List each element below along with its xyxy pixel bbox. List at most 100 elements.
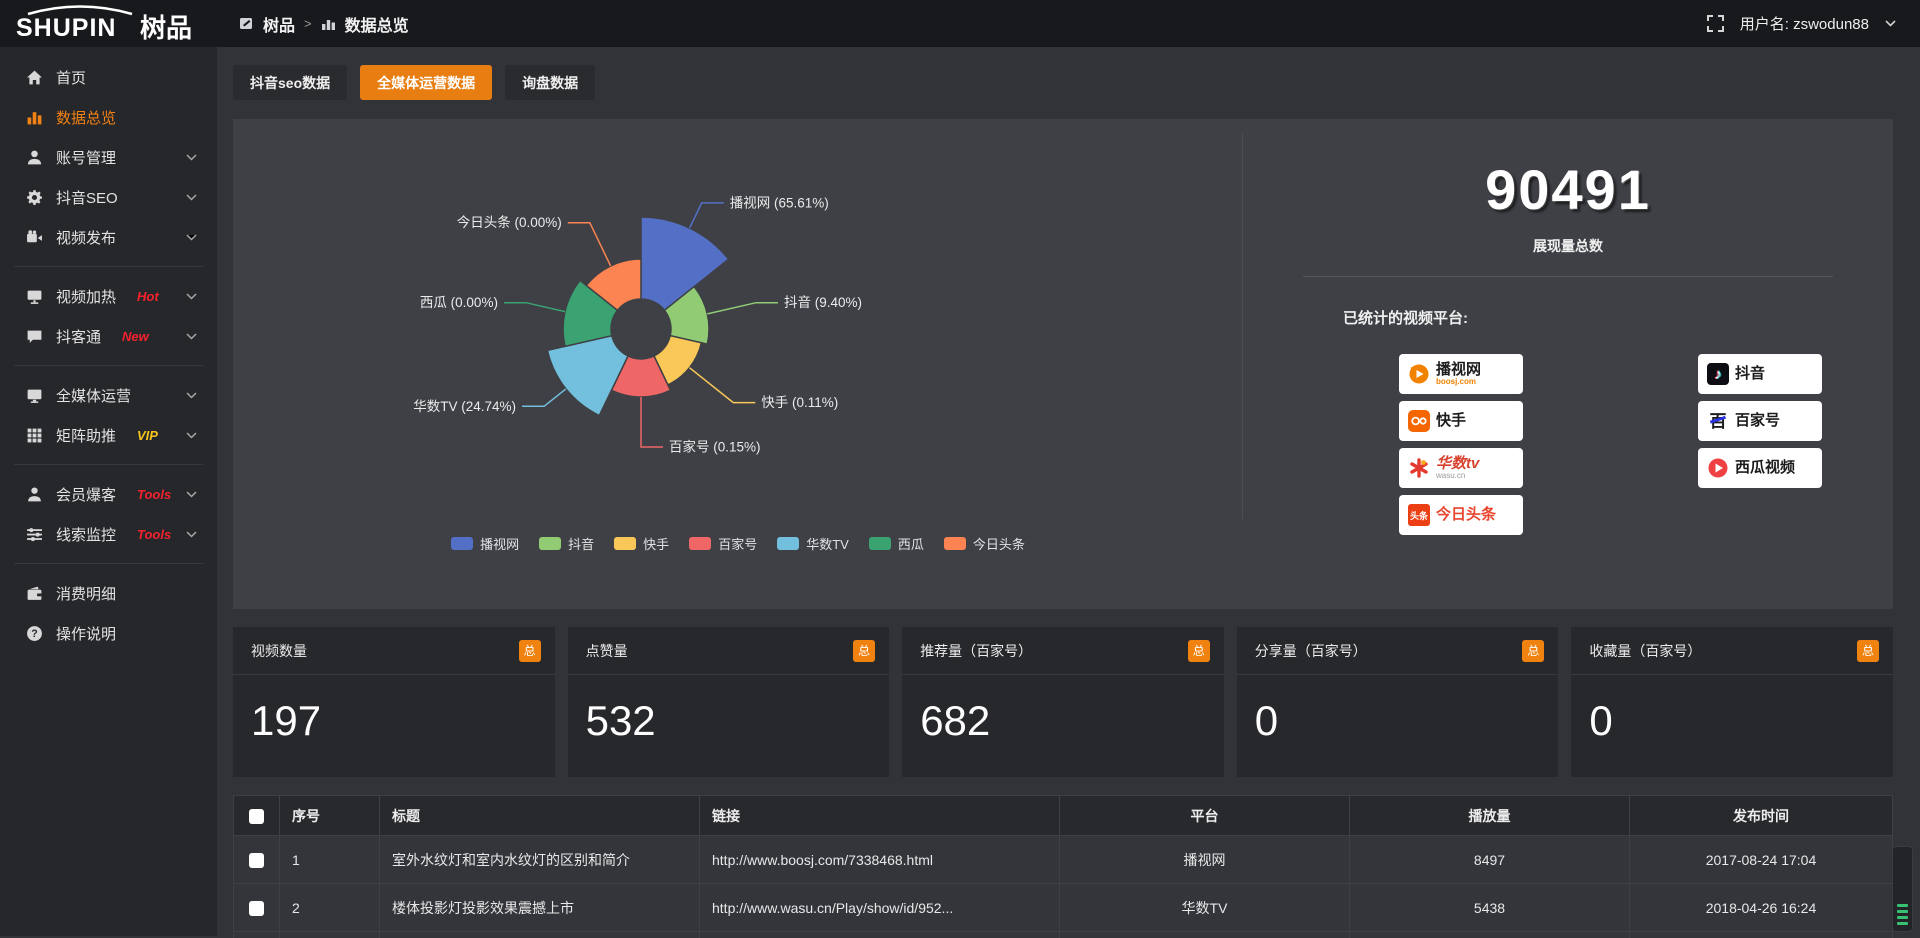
total-badge[interactable]: 总 — [1522, 640, 1544, 662]
table-row: 1 室外水纹灯和室内水纹灯的区别和简介 http://www.boosj.com… — [234, 836, 1893, 884]
stat-value: 0 — [1571, 675, 1893, 745]
sidebar-item-label: 线索监控 — [56, 524, 116, 545]
legend-item-百家号[interactable]: 百家号 — [689, 534, 757, 553]
boosj-icon — [1408, 363, 1430, 385]
legend-item-快手[interactable]: 快手 — [614, 534, 669, 553]
sidebar-divider — [14, 365, 203, 366]
cell-index: 1 — [280, 836, 380, 884]
chevron-down-icon — [186, 432, 197, 439]
hot-badge: Hot — [137, 289, 159, 304]
total-badge[interactable]: 总 — [1857, 640, 1879, 662]
new-badge: New — [122, 329, 149, 344]
stat-card-likes: 点赞量总 532 — [568, 627, 890, 777]
wallet-icon — [26, 585, 43, 602]
sidebar-item-data-overview[interactable]: 数据总览 — [0, 97, 217, 137]
pie-label-line — [690, 203, 724, 228]
row-checkbox[interactable] — [249, 853, 264, 868]
sidebar-item-home[interactable]: 首页 — [0, 57, 217, 97]
sidebar-divider — [14, 266, 203, 267]
sidebar-item-douyin-seo[interactable]: 抖音SEO — [0, 177, 217, 217]
cell-index: 2 — [280, 884, 380, 932]
stat-cards: 视频数量总 197 点赞量总 532 推荐量（百家号）总 682 分享量（百家号… — [233, 627, 1893, 777]
total-impressions-value: 90491 — [1243, 157, 1893, 222]
pie-label: 播视网 (65.61%) — [730, 195, 829, 210]
sidebar-item-label: 数据总览 — [56, 107, 116, 128]
floating-widget[interactable] — [1892, 846, 1913, 932]
monitor-icon — [26, 387, 43, 404]
pie-label-line — [504, 303, 565, 312]
sidebar-item-omnimedia[interactable]: 全媒体运营 — [0, 375, 217, 415]
legend-item-播视网[interactable]: 播视网 — [451, 534, 519, 553]
sidebar-item-label: 消费明细 — [56, 583, 116, 604]
legend-swatch — [777, 537, 799, 550]
platform-logos: 播视网 boosj.com 快手 华 — [1399, 354, 1893, 535]
sidebar-item-help[interactable]: ? 操作说明 — [0, 613, 217, 653]
question-icon: ? — [26, 625, 43, 642]
row-checkbox[interactable] — [249, 901, 264, 916]
person-icon — [26, 486, 43, 503]
total-badge[interactable]: 总 — [1188, 640, 1210, 662]
douyin-icon: ♪ — [1707, 363, 1729, 385]
sidebar-divider — [14, 563, 203, 564]
tab-omnimedia-data[interactable]: 全媒体运营数据 — [360, 65, 492, 100]
pie-label: 百家号 (0.15%) — [669, 439, 761, 455]
platform-name: 抖音 — [1735, 366, 1765, 382]
platform-sub: boosj.com — [1436, 377, 1481, 386]
screen-icon — [26, 288, 43, 305]
logo-graphic: SHUPIN 树品 — [14, 5, 204, 43]
baijiahao-icon: 百 — [1707, 410, 1729, 432]
sidebar-item-label: 抖客通 — [56, 326, 101, 347]
bar-chart-icon — [26, 109, 43, 126]
grid-icon — [26, 427, 43, 444]
table-header-row: 序号 标题 链接 平台 播放量 发布时间 — [234, 796, 1893, 836]
rose-pie-chart[interactable]: 播视网 (65.61%)抖音 (9.40%)快手 (0.11%)百家号 (0.1… — [233, 119, 1243, 589]
sidebar-item-lead-monitor[interactable]: 线索监控 Tools — [0, 514, 217, 554]
cell-title-link[interactable]: 楼体投影灯投影效果震撼上市 — [380, 884, 700, 932]
platform-chip-boosj: 播视网 boosj.com — [1399, 354, 1523, 394]
pie-slice-华数TV[interactable] — [547, 336, 628, 416]
app-logo[interactable]: SHUPIN 树品 — [0, 5, 217, 43]
sidebar-item-video-heat[interactable]: 视频加热 Hot — [0, 276, 217, 316]
cell-title-link[interactable]: 室外水纹灯和室内水纹灯的区别和简介 — [380, 836, 700, 884]
column-link: 链接 — [700, 796, 1060, 836]
chevron-down-icon — [186, 194, 197, 201]
sidebar-item-account[interactable]: 账号管理 — [0, 137, 217, 177]
stat-label: 视频数量 — [251, 641, 307, 661]
sidebar-item-member-burst[interactable]: 会员爆客 Tools — [0, 474, 217, 514]
legend-item-今日头条[interactable]: 今日头条 — [944, 534, 1025, 553]
platform-chip-wasu: 华数tv wasu.cn — [1399, 448, 1523, 488]
total-badge[interactable]: 总 — [519, 640, 541, 662]
chevron-down-icon — [186, 234, 197, 241]
sidebar-item-label: 抖音SEO — [56, 187, 118, 208]
cell-url-link[interactable]: http://www.boosj.com/7338468.html — [700, 836, 1060, 884]
tab-douyin-seo-data[interactable]: 抖音seo数据 — [233, 65, 347, 100]
tools-badge: Tools — [137, 487, 171, 502]
breadcrumb-root[interactable]: 树品 — [263, 12, 295, 36]
legend-label: 今日头条 — [973, 534, 1025, 553]
platform-name: 百家号 — [1735, 413, 1780, 429]
chevron-down-icon[interactable] — [1885, 20, 1896, 27]
sidebar-item-expense-detail[interactable]: 消费明细 — [0, 573, 217, 613]
legend-label: 抖音 — [568, 534, 594, 553]
page-icon — [239, 16, 254, 31]
legend-item-华数TV[interactable]: 华数TV — [777, 534, 849, 553]
home-icon — [26, 69, 43, 86]
platform-sub: wasu.cn — [1436, 471, 1479, 480]
sidebar-item-video-publish[interactable]: 视频发布 — [0, 217, 217, 257]
sidebar-item-doketong[interactable]: 抖客通 New — [0, 316, 217, 356]
cell-url-link[interactable]: http://www.wasu.cn/Play/show/id/952... — [700, 884, 1060, 932]
gear-icon — [26, 189, 43, 206]
fullscreen-icon[interactable] — [1707, 15, 1724, 32]
total-badge[interactable]: 总 — [853, 640, 875, 662]
chevron-down-icon — [186, 333, 197, 340]
platform-name: 快手 — [1436, 413, 1466, 429]
sidebar-item-matrix-boost[interactable]: 矩阵助推 VIP — [0, 415, 217, 455]
stat-card-video-count: 视频数量总 197 — [233, 627, 555, 777]
select-all-checkbox[interactable] — [249, 809, 264, 824]
pie-label-line — [522, 389, 566, 406]
chevron-down-icon — [186, 293, 197, 300]
tab-inquiry-data[interactable]: 询盘数据 — [505, 65, 595, 100]
legend-item-西瓜[interactable]: 西瓜 — [869, 534, 924, 553]
username-label[interactable]: 用户名: zswodun88 — [1740, 13, 1869, 34]
legend-item-抖音[interactable]: 抖音 — [539, 534, 594, 553]
